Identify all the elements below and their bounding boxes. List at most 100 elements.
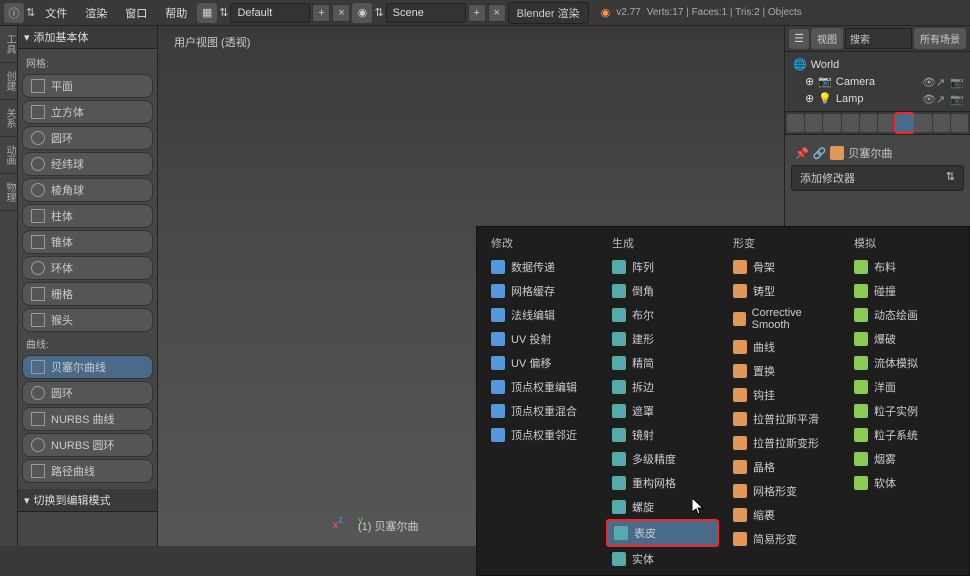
remove-layout-button[interactable]: × bbox=[332, 4, 350, 22]
scene-icon[interactable]: ◉ bbox=[352, 3, 372, 23]
mesh-cube-button[interactable]: 立方体 bbox=[22, 100, 153, 124]
mesh-monkey-button[interactable]: 猴头 bbox=[22, 308, 153, 332]
mod-mesh-deform[interactable]: 网格形变 bbox=[727, 479, 840, 503]
add-modifier-dropdown[interactable]: 添加修改器 ⇅ bbox=[791, 165, 964, 191]
mod-lattice[interactable]: 晶格 bbox=[727, 455, 840, 479]
prop-tab-material[interactable] bbox=[933, 114, 950, 132]
curve-nurbs-button[interactable]: NURBS 曲线 bbox=[22, 407, 153, 431]
curve-nurbs-circle-button[interactable]: NURBS 圆环 bbox=[22, 433, 153, 457]
mod-corrective-smooth[interactable]: Corrective Smooth bbox=[727, 303, 840, 335]
mod-uv-warp[interactable]: UV 偏移 bbox=[485, 351, 598, 375]
tree-camera[interactable]: ⊕📷Camera👁↗📷 bbox=[789, 73, 966, 90]
mod-bevel[interactable]: 倒角 bbox=[606, 279, 719, 303]
mod-decimate[interactable]: 精简 bbox=[606, 351, 719, 375]
mod-cast[interactable]: 铸型 bbox=[727, 279, 840, 303]
tree-world[interactable]: 🌐World bbox=[789, 56, 966, 73]
mod-vweight-mix[interactable]: 顶点权重混合 bbox=[485, 399, 598, 423]
add-primitive-header[interactable]: ▾ 添加基本体 bbox=[18, 26, 157, 49]
mesh-icosphere-button[interactable]: 棱角球 bbox=[22, 178, 153, 202]
mod-vweight-prox[interactable]: 顶点权重邻近 bbox=[485, 423, 598, 447]
mod-multires[interactable]: 多级精度 bbox=[606, 447, 719, 471]
mod-smoke[interactable]: 烟雾 bbox=[848, 447, 961, 471]
add-layout-button[interactable]: + bbox=[312, 4, 330, 22]
prop-tab-render[interactable] bbox=[787, 114, 804, 132]
mod-screw[interactable]: 螺旋 bbox=[606, 495, 719, 519]
menu-window[interactable]: 窗口 bbox=[117, 1, 155, 25]
mesh-circle-button[interactable]: 圆环 bbox=[22, 126, 153, 150]
prop-tab-scene[interactable] bbox=[823, 114, 840, 132]
prop-tab-constraints[interactable] bbox=[878, 114, 895, 132]
mod-mask[interactable]: 遮罩 bbox=[606, 399, 719, 423]
mesh-cone-button[interactable]: 锥体 bbox=[22, 230, 153, 254]
mod-build[interactable]: 建形 bbox=[606, 327, 719, 351]
outliner-editor-icon[interactable]: ☰ bbox=[789, 29, 809, 49]
mod-vweight-edit[interactable]: 顶点权重编辑 bbox=[485, 375, 598, 399]
prop-tab-world[interactable] bbox=[842, 114, 859, 132]
prop-tab-modifiers[interactable] bbox=[896, 114, 913, 132]
mod-simple-deform[interactable]: 简易形变 bbox=[727, 527, 840, 551]
outliner-filter[interactable]: 所有场景 bbox=[914, 28, 966, 49]
mod-armature[interactable]: 骨架 bbox=[727, 255, 840, 279]
vtab-create[interactable]: 创建 bbox=[0, 63, 19, 100]
mod-particle-system[interactable]: 粒子系统 bbox=[848, 423, 961, 447]
prop-tab-render-layers[interactable] bbox=[805, 114, 822, 132]
mesh-plane-button[interactable]: 平面 bbox=[22, 74, 153, 98]
mesh-grid-button[interactable]: 栅格 bbox=[22, 282, 153, 306]
mod-hook[interactable]: 钩挂 bbox=[727, 383, 840, 407]
mod-solidify[interactable]: 实体 bbox=[606, 547, 719, 571]
mesh-uvsphere-button[interactable]: 经纬球 bbox=[22, 152, 153, 176]
mod-explode[interactable]: 爆破 bbox=[848, 327, 961, 351]
menu-file[interactable]: 文件 bbox=[37, 1, 75, 25]
render-engine-dropdown[interactable]: Blender 渲染 bbox=[508, 2, 589, 24]
curve-circle-button[interactable]: 圆环 bbox=[22, 381, 153, 405]
outliner-view-tab[interactable]: 视图 bbox=[811, 28, 843, 49]
mod-normal-edit[interactable]: 法线编辑 bbox=[485, 303, 598, 327]
remove-scene-button[interactable]: × bbox=[488, 4, 506, 22]
edit-mode-header[interactable]: ▾ 切换到编辑模式 bbox=[18, 489, 157, 512]
prop-tab-texture[interactable] bbox=[951, 114, 968, 132]
mod-collision[interactable]: 碰撞 bbox=[848, 279, 961, 303]
vtab-animation[interactable]: 动画 bbox=[0, 137, 19, 174]
add-scene-button[interactable]: + bbox=[468, 4, 486, 22]
menu-help[interactable]: 帮助 bbox=[157, 1, 195, 25]
mod-boolean[interactable]: 布尔 bbox=[606, 303, 719, 327]
mod-cloth[interactable]: 布料 bbox=[848, 255, 961, 279]
mod-shrinkwrap[interactable]: 缩裹 bbox=[727, 503, 840, 527]
mod-laplacian-smooth[interactable]: 拉普拉斯平滑 bbox=[727, 407, 840, 431]
mod-edge-split[interactable]: 拆边 bbox=[606, 375, 719, 399]
mod-mirror[interactable]: 镜射 bbox=[606, 423, 719, 447]
mod-ocean[interactable]: 洋面 bbox=[848, 375, 961, 399]
mod-particle-instance[interactable]: 粒子实例 bbox=[848, 399, 961, 423]
mod-array[interactable]: 阵列 bbox=[606, 255, 719, 279]
mod-dynamic-paint[interactable]: 动态绘画 bbox=[848, 303, 961, 327]
vtab-relations[interactable]: 关系 bbox=[0, 100, 19, 137]
updown-icon[interactable]: ⇅ bbox=[26, 6, 35, 19]
mod-soft-body[interactable]: 软体 bbox=[848, 471, 961, 495]
mesh-torus-button[interactable]: 环体 bbox=[22, 256, 153, 280]
menu-render[interactable]: 渲染 bbox=[77, 1, 115, 25]
mod-mesh-cache[interactable]: 网格缓存 bbox=[485, 279, 598, 303]
updown-icon[interactable]: ⇅ bbox=[219, 6, 228, 19]
prop-tab-object[interactable] bbox=[860, 114, 877, 132]
vtab-physics[interactable]: 物理 bbox=[0, 174, 19, 211]
updown-icon[interactable]: ⇅ bbox=[374, 6, 383, 19]
mod-skin[interactable]: 表皮 bbox=[606, 519, 719, 547]
mod-laplacian-deform[interactable]: 拉普拉斯变形 bbox=[727, 431, 840, 455]
mod-remesh[interactable]: 重构网格 bbox=[606, 471, 719, 495]
tree-lamp[interactable]: ⊕💡Lamp👁↗📷 bbox=[789, 90, 966, 107]
mod-curve[interactable]: 曲线 bbox=[727, 335, 840, 359]
mod-fluid-sim[interactable]: 流体模拟 bbox=[848, 351, 961, 375]
outliner-search[interactable]: 搜索 bbox=[845, 28, 912, 49]
mod-data-transfer[interactable]: 数据传递 bbox=[485, 255, 598, 279]
mod-uv-project[interactable]: UV 投射 bbox=[485, 327, 598, 351]
mod-displace[interactable]: 置换 bbox=[727, 359, 840, 383]
vtab-tools[interactable]: 工具 bbox=[0, 26, 19, 63]
curve-path-button[interactable]: 路径曲线 bbox=[22, 459, 153, 483]
scene-dropdown[interactable]: Scene bbox=[386, 3, 466, 23]
info-icon[interactable]: ⓘ bbox=[4, 3, 24, 23]
layout-icon[interactable]: ▦ bbox=[197, 3, 217, 23]
mesh-cylinder-button[interactable]: 柱体 bbox=[22, 204, 153, 228]
screen-layout-dropdown[interactable]: Default bbox=[230, 3, 310, 23]
pin-icon[interactable]: 📌 bbox=[795, 147, 809, 160]
curve-bezier-button[interactable]: 贝塞尔曲线 bbox=[22, 355, 153, 379]
